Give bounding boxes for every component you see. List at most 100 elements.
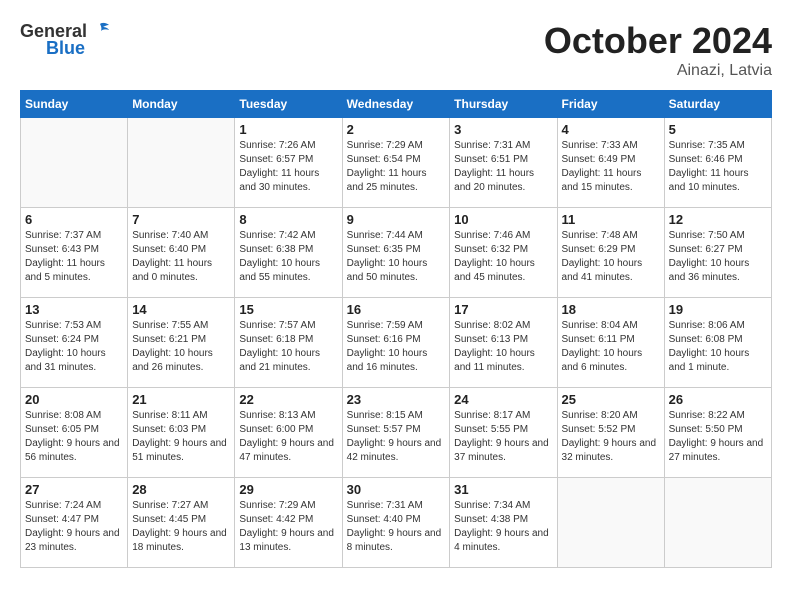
day-number: 8 xyxy=(239,212,337,227)
day-info: Sunrise: 7:53 AMSunset: 6:24 PMDaylight:… xyxy=(25,319,123,375)
calendar-cell: 7 Sunrise: 7:40 AMSunset: 6:40 PMDaylight… xyxy=(128,208,235,298)
day-number: 7 xyxy=(132,212,230,227)
day-info: Sunrise: 7:31 AMSunset: 4:40 PMDaylight:… xyxy=(347,499,446,555)
calendar-body: 1 Sunrise: 7:26 AMSunset: 6:57 PMDaylight… xyxy=(21,118,772,568)
day-info: Sunrise: 8:17 AMSunset: 5:55 PMDaylight:… xyxy=(454,409,552,465)
day-number: 13 xyxy=(25,302,123,317)
day-number: 25 xyxy=(562,392,660,407)
calendar-cell: 16 Sunrise: 7:59 AMSunset: 6:16 PMDayligh… xyxy=(342,298,450,388)
day-info: Sunrise: 7:48 AMSunset: 6:29 PMDaylight:… xyxy=(562,229,660,285)
calendar-cell: 30 Sunrise: 7:31 AMSunset: 4:40 PMDayligh… xyxy=(342,478,450,568)
day-info: Sunrise: 7:50 AMSunset: 6:27 PMDaylight:… xyxy=(669,229,767,285)
day-number: 16 xyxy=(347,302,446,317)
calendar-cell: 20 Sunrise: 8:08 AMSunset: 6:05 PMDayligh… xyxy=(21,388,128,478)
calendar-cell: 25 Sunrise: 8:20 AMSunset: 5:52 PMDayligh… xyxy=(557,388,664,478)
calendar-header: SundayMondayTuesdayWednesdayThursdayFrid… xyxy=(21,91,772,118)
day-number: 9 xyxy=(347,212,446,227)
day-number: 28 xyxy=(132,482,230,497)
day-info: Sunrise: 7:34 AMSunset: 4:38 PMDaylight:… xyxy=(454,499,552,555)
day-info: Sunrise: 7:46 AMSunset: 6:32 PMDaylight:… xyxy=(454,229,552,285)
day-info: Sunrise: 7:29 AMSunset: 6:54 PMDaylight:… xyxy=(347,139,446,195)
day-number: 22 xyxy=(239,392,337,407)
calendar-cell: 22Sunrise: 8:13 AMSunset: 6:00 PMDayligh… xyxy=(235,388,342,478)
day-number: 29 xyxy=(239,482,337,497)
day-info: Sunrise: 7:29 AMSunset: 4:42 PMDaylight:… xyxy=(239,499,337,555)
day-info: Sunrise: 7:24 AMSunset: 4:47 PMDaylight:… xyxy=(25,499,123,555)
day-number: 21 xyxy=(132,392,230,407)
day-info: Sunrise: 8:06 AMSunset: 6:08 PMDaylight:… xyxy=(669,319,767,375)
day-number: 18 xyxy=(562,302,660,317)
day-info: Sunrise: 7:26 AMSunset: 6:57 PMDaylight:… xyxy=(239,139,337,195)
day-info: Sunrise: 7:40 AMSunset: 6:40 PMDaylight:… xyxy=(132,229,230,285)
calendar-week-1: 6Sunrise: 7:37 AMSunset: 6:43 PMDaylight… xyxy=(21,208,772,298)
day-number: 15 xyxy=(239,302,337,317)
day-header-saturday: Saturday xyxy=(664,91,771,118)
day-header-wednesday: Wednesday xyxy=(342,91,450,118)
day-info: Sunrise: 8:02 AMSunset: 6:13 PMDaylight:… xyxy=(454,319,552,375)
calendar-cell: 2 Sunrise: 7:29 AMSunset: 6:54 PMDaylight… xyxy=(342,118,450,208)
day-number: 3 xyxy=(454,122,552,137)
day-info: Sunrise: 8:11 AMSunset: 6:03 PMDaylight:… xyxy=(132,409,230,465)
calendar-cell: 19 Sunrise: 8:06 AMSunset: 6:08 PMDayligh… xyxy=(664,298,771,388)
day-number: 20 xyxy=(25,392,123,407)
calendar-cell: 17Sunrise: 8:02 AMSunset: 6:13 PMDayligh… xyxy=(450,298,557,388)
calendar-week-0: 1 Sunrise: 7:26 AMSunset: 6:57 PMDaylight… xyxy=(21,118,772,208)
calendar-cell: 23Sunrise: 8:15 AMSunset: 5:57 PMDayligh… xyxy=(342,388,450,478)
day-info: Sunrise: 7:57 AMSunset: 6:18 PMDaylight:… xyxy=(239,319,337,375)
calendar-cell xyxy=(557,478,664,568)
day-number: 30 xyxy=(347,482,446,497)
calendar-cell xyxy=(21,118,128,208)
calendar-title: October 2024 xyxy=(544,20,772,62)
days-header-row: SundayMondayTuesdayWednesdayThursdayFrid… xyxy=(21,91,772,118)
day-info: Sunrise: 7:31 AMSunset: 6:51 PMDaylight:… xyxy=(454,139,552,195)
calendar-cell: 3 Sunrise: 7:31 AMSunset: 6:51 PMDaylight… xyxy=(450,118,557,208)
calendar-cell: 11Sunrise: 7:48 AMSunset: 6:29 PMDayligh… xyxy=(557,208,664,298)
calendar-cell: 5 Sunrise: 7:35 AMSunset: 6:46 PMDaylight… xyxy=(664,118,771,208)
calendar-cell: 9Sunrise: 7:44 AMSunset: 6:35 PMDaylight… xyxy=(342,208,450,298)
day-number: 4 xyxy=(562,122,660,137)
calendar-cell: 8Sunrise: 7:42 AMSunset: 6:38 PMDaylight… xyxy=(235,208,342,298)
calendar-week-3: 20 Sunrise: 8:08 AMSunset: 6:05 PMDayligh… xyxy=(21,388,772,478)
calendar-cell: 29 Sunrise: 7:29 AMSunset: 4:42 PMDayligh… xyxy=(235,478,342,568)
calendar-cell xyxy=(128,118,235,208)
calendar-cell: 4 Sunrise: 7:33 AMSunset: 6:49 PMDaylight… xyxy=(557,118,664,208)
day-number: 10 xyxy=(454,212,552,227)
day-info: Sunrise: 7:33 AMSunset: 6:49 PMDaylight:… xyxy=(562,139,660,195)
day-info: Sunrise: 8:22 AMSunset: 5:50 PMDaylight:… xyxy=(669,409,767,465)
calendar-cell: 18 Sunrise: 8:04 AMSunset: 6:11 PMDayligh… xyxy=(557,298,664,388)
day-number: 5 xyxy=(669,122,767,137)
calendar-cell: 6Sunrise: 7:37 AMSunset: 6:43 PMDaylight… xyxy=(21,208,128,298)
day-number: 27 xyxy=(25,482,123,497)
calendar-cell: 10 Sunrise: 7:46 AMSunset: 6:32 PMDayligh… xyxy=(450,208,557,298)
day-number: 24 xyxy=(454,392,552,407)
logo-blue-text: Blue xyxy=(46,38,85,59)
logo: General Blue xyxy=(20,20,111,59)
day-info: Sunrise: 7:59 AMSunset: 6:16 PMDaylight:… xyxy=(347,319,446,375)
day-number: 26 xyxy=(669,392,767,407)
day-info: Sunrise: 7:55 AMSunset: 6:21 PMDaylight:… xyxy=(132,319,230,375)
day-number: 1 xyxy=(239,122,337,137)
day-header-thursday: Thursday xyxy=(450,91,557,118)
day-number: 19 xyxy=(669,302,767,317)
calendar-table: SundayMondayTuesdayWednesdayThursdayFrid… xyxy=(20,90,772,568)
calendar-cell: 27 Sunrise: 7:24 AMSunset: 4:47 PMDayligh… xyxy=(21,478,128,568)
day-info: Sunrise: 8:15 AMSunset: 5:57 PMDaylight:… xyxy=(347,409,446,465)
day-number: 12 xyxy=(669,212,767,227)
day-number: 14 xyxy=(132,302,230,317)
day-number: 31 xyxy=(454,482,552,497)
day-header-tuesday: Tuesday xyxy=(235,91,342,118)
calendar-cell: 1 Sunrise: 7:26 AMSunset: 6:57 PMDaylight… xyxy=(235,118,342,208)
calendar-cell: 21 Sunrise: 8:11 AMSunset: 6:03 PMDayligh… xyxy=(128,388,235,478)
day-info: Sunrise: 8:04 AMSunset: 6:11 PMDaylight:… xyxy=(562,319,660,375)
calendar-week-2: 13 Sunrise: 7:53 AMSunset: 6:24 PMDayligh… xyxy=(21,298,772,388)
day-info: Sunrise: 7:37 AMSunset: 6:43 PMDaylight:… xyxy=(25,229,123,285)
day-info: Sunrise: 8:20 AMSunset: 5:52 PMDaylight:… xyxy=(562,409,660,465)
calendar-week-4: 27 Sunrise: 7:24 AMSunset: 4:47 PMDayligh… xyxy=(21,478,772,568)
logo-bird-icon xyxy=(89,20,111,42)
title-block: October 2024 Ainazi, Latvia xyxy=(544,20,772,80)
day-info: Sunrise: 8:08 AMSunset: 6:05 PMDaylight:… xyxy=(25,409,123,465)
day-info: Sunrise: 7:35 AMSunset: 6:46 PMDaylight:… xyxy=(669,139,767,195)
calendar-location: Ainazi, Latvia xyxy=(544,62,772,80)
day-number: 2 xyxy=(347,122,446,137)
calendar-cell: 13 Sunrise: 7:53 AMSunset: 6:24 PMDayligh… xyxy=(21,298,128,388)
